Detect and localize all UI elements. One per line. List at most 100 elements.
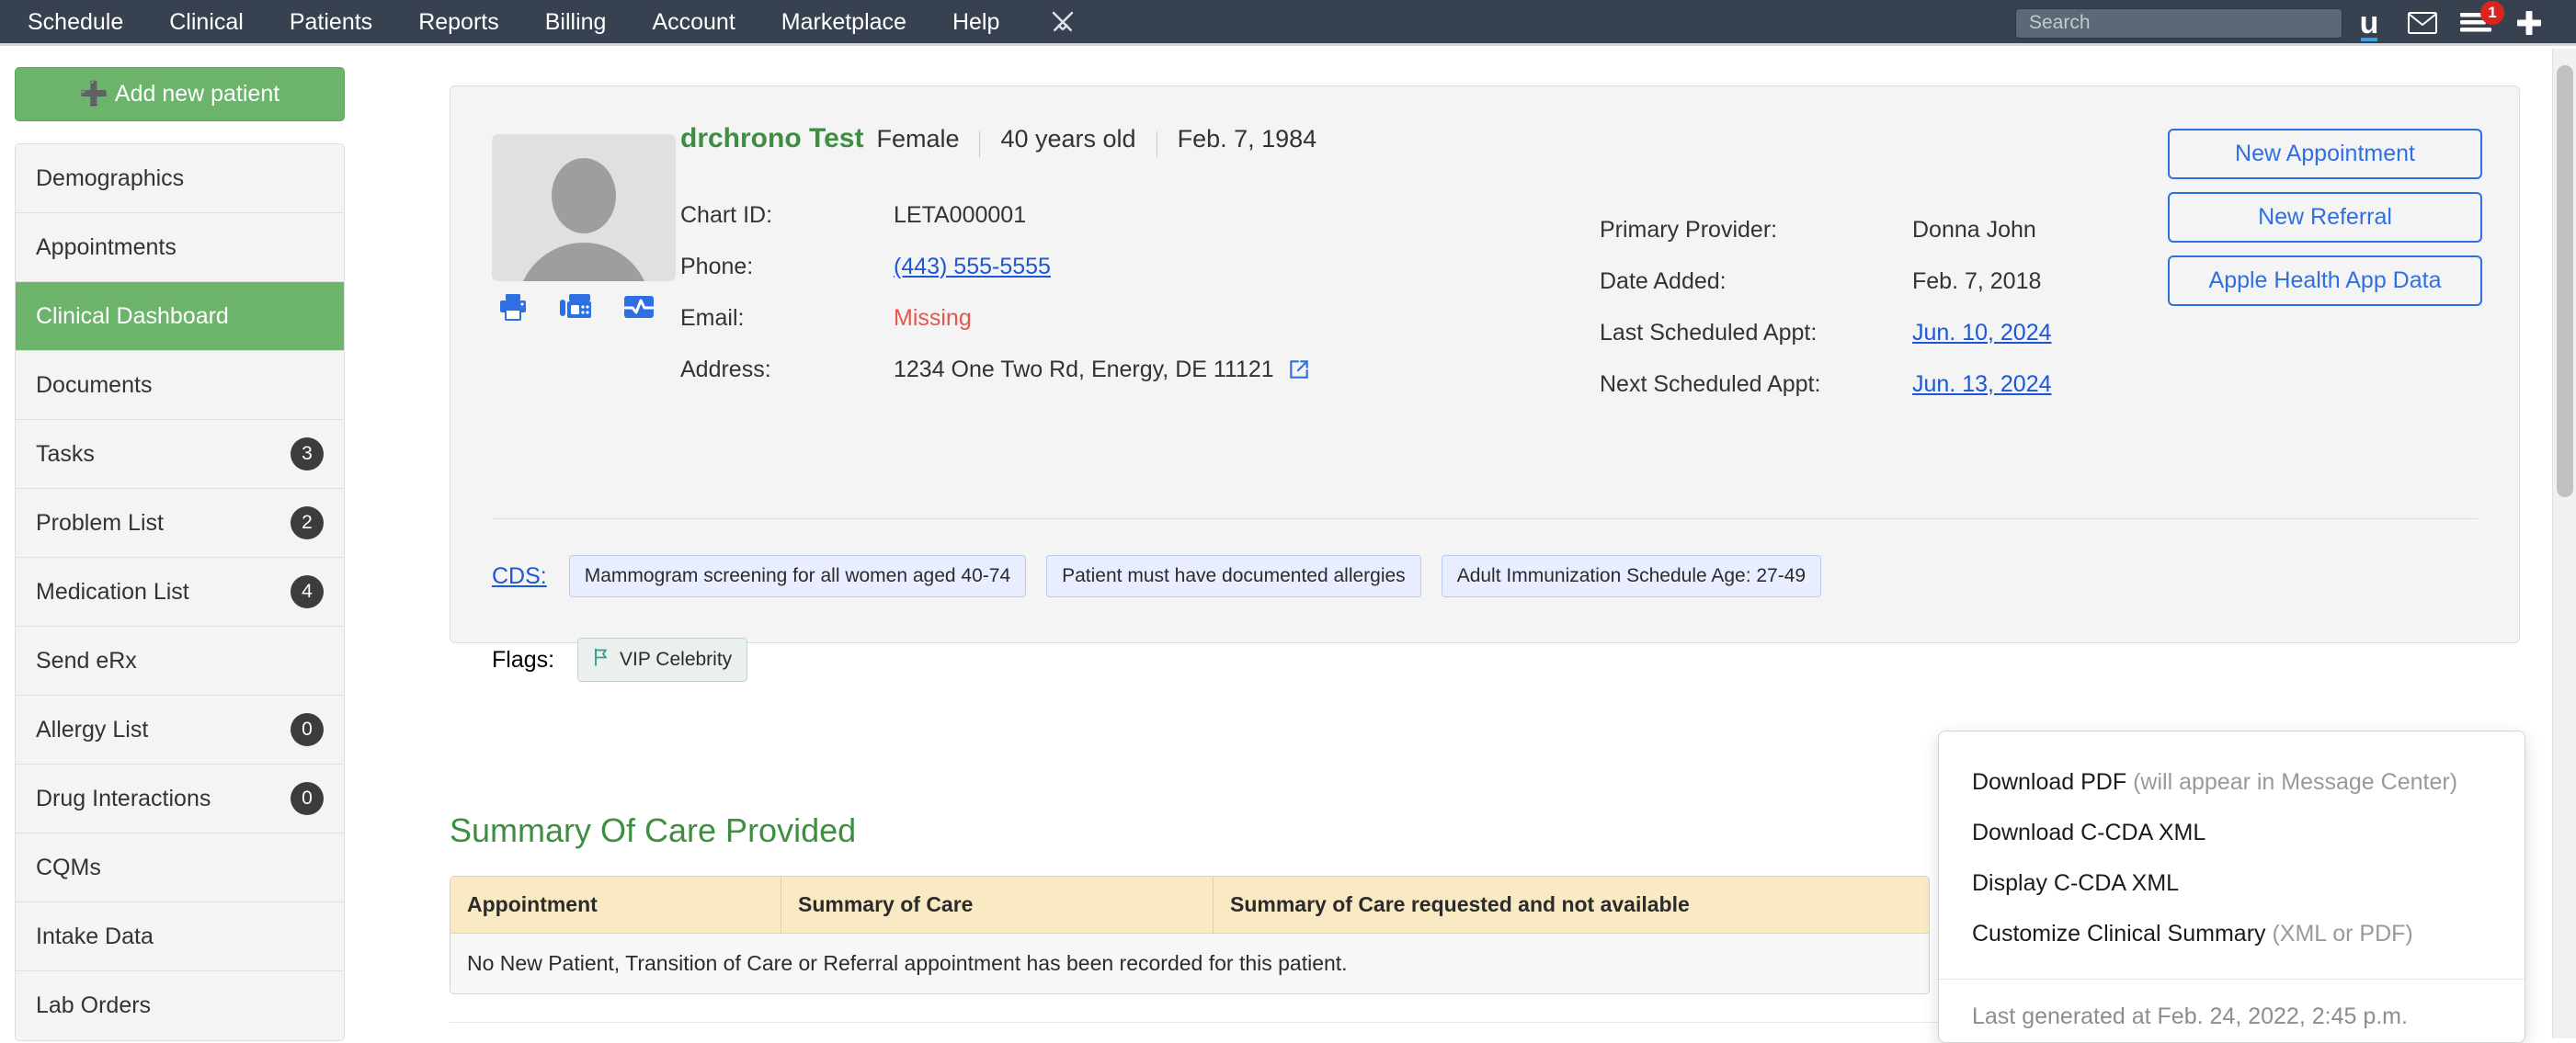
sidebar-item-drug-interactions[interactable]: Drug Interactions 0	[16, 765, 344, 833]
page-scrollbar-track[interactable]	[2552, 49, 2576, 1038]
sidebar-item-badge: 3	[291, 437, 324, 470]
sidebar-item-clinical-dashboard[interactable]: Clinical Dashboard	[16, 282, 344, 351]
nav-link-patients[interactable]: Patients	[267, 0, 395, 45]
field-label: Date Added:	[1600, 267, 1727, 294]
sidebar-item-cqms[interactable]: CQMs	[16, 833, 344, 902]
sidebar-item-lab-orders[interactable]: Lab Orders	[16, 971, 344, 1040]
sidebar-item-label: Allergy List	[36, 716, 149, 743]
menu-item-label: Customize Clinical Summary	[1972, 921, 2266, 947]
new-appointment-button[interactable]: New Appointment	[2168, 129, 2482, 179]
sidebar-nav-list: Demographics Appointments Clinical Dashb…	[15, 143, 345, 1041]
patient-name[interactable]: drchrono Test	[680, 123, 863, 154]
column-header-summary-of-care: Summary of Care	[781, 877, 1214, 934]
flag-icon	[593, 648, 610, 672]
sidebar-item-label: CQMs	[36, 854, 101, 880]
cds-chip-mammogram[interactable]: Mammogram screening for all women aged 4…	[568, 555, 1027, 597]
sidebar-item-label: Tasks	[36, 440, 95, 467]
next-appt-link[interactable]: Jun. 13, 2024	[1912, 371, 2052, 398]
nav-link-help[interactable]: Help	[929, 0, 1022, 45]
nav-link-reports[interactable]: Reports	[395, 0, 522, 45]
patient-info-card: drchrono Test Female 40 years old Feb. 7…	[450, 85, 2520, 682]
nav-link-marketplace[interactable]: Marketplace	[758, 0, 929, 45]
last-generated-text: Last generated at Feb. 24, 2022, 2:45 p.…	[1972, 1003, 2408, 1029]
nav-link-clinical[interactable]: Clinical	[146, 0, 267, 45]
menu-item-download-pdf[interactable]: Download PDF (will appear in Message Cen…	[1939, 757, 2525, 808]
sidebar-item-badge: 4	[291, 575, 324, 608]
top-navigation-bar: Schedule Clinical Patients Reports Billi…	[0, 0, 2576, 46]
field-label: Next Scheduled Appt:	[1600, 370, 1821, 397]
cds-chip-immunization[interactable]: Adult Immunization Schedule Age: 27-49	[1441, 555, 1822, 597]
field-value: LETA000001	[894, 201, 1027, 228]
field-next-scheduled-appt: Next Scheduled Appt: Jun. 13, 2024	[1600, 358, 2052, 410]
sidebar-item-label: Drug Interactions	[36, 785, 211, 811]
sidebar-item-send-erx[interactable]: Send eRx	[16, 627, 344, 696]
menu-item-label: Download C-CDA XML	[1972, 820, 2206, 845]
patient-age: 40 years old	[1000, 125, 1136, 153]
sidebar-item-documents[interactable]: Documents	[16, 351, 344, 420]
hamburger-menu-icon[interactable]: 1	[2449, 0, 2504, 46]
flags-row: Flags: VIP Celebrity	[492, 638, 748, 682]
sidebar-item-label: Lab Orders	[36, 992, 152, 1018]
menu-item-hint: (XML or PDF)	[2265, 921, 2413, 947]
table-header-row: Appointment Summary of Care Summary of C…	[450, 877, 1929, 934]
sidebar-item-appointments[interactable]: Appointments	[16, 213, 344, 282]
sidebar-item-label: Send eRx	[36, 647, 137, 674]
sidebar-item-label: Medication List	[36, 578, 189, 605]
menu-item-customize-clinical-summary[interactable]: Customize Clinical Summary (XML or PDF)	[1939, 909, 2525, 959]
patient-right-fields: Primary Provider: Donna John Date Added:…	[1600, 204, 2052, 410]
field-label: Chart ID:	[680, 201, 773, 228]
table-row: No New Patient, Transition of Care or Re…	[450, 934, 1929, 993]
menu-item-download-ccda-xml[interactable]: Download C-CDA XML	[1939, 808, 2525, 858]
print-icon[interactable]	[498, 293, 528, 325]
fax-icon[interactable]	[560, 293, 591, 325]
external-link-icon[interactable]	[1287, 357, 1311, 381]
sidebar-item-demographics[interactable]: Demographics	[16, 144, 344, 213]
flag-label: VIP Celebrity	[620, 649, 733, 670]
sidebar-item-intake-data[interactable]: Intake Data	[16, 902, 344, 971]
nav-link-billing[interactable]: Billing	[522, 0, 630, 45]
menu-item-label: Display C-CDA XML	[1972, 870, 2180, 896]
field-date-added: Date Added: Feb. 7, 2018	[1600, 255, 2052, 307]
sidebar-item-medication-list[interactable]: Medication List 4	[16, 558, 344, 627]
plus-icon[interactable]	[2502, 0, 2556, 46]
field-primary-provider: Primary Provider: Donna John	[1600, 204, 2052, 255]
patient-title-row: drchrono Test Female 40 years old Feb. 7…	[680, 123, 1316, 165]
new-referral-button[interactable]: New Referral	[2168, 192, 2482, 243]
field-label: Primary Provider:	[1600, 216, 1778, 243]
field-value: Feb. 7, 2018	[1912, 267, 2042, 294]
add-new-patient-button[interactable]: ➕ Add new patient	[15, 67, 345, 121]
clinical-summary-dropdown-menu: Download PDF (will appear in Message Cen…	[1938, 731, 2525, 1043]
menu-item-hint: (will appear in Message Center)	[2126, 769, 2458, 795]
field-phone: Phone: (443) 555-5555	[680, 241, 1316, 292]
notification-badge: 1	[2480, 1, 2504, 25]
nav-right-group: u 1	[2015, 0, 2556, 46]
updox-logo-icon[interactable]: u	[2342, 0, 2396, 46]
crossed-swords-icon[interactable]	[1043, 2, 1083, 42]
vitals-chart-icon[interactable]	[623, 293, 655, 325]
patient-card-actions: New Appointment New Referral Apple Healt…	[2168, 129, 2482, 306]
last-appt-link[interactable]: Jun. 10, 2024	[1912, 320, 2052, 346]
cds-chip-allergies[interactable]: Patient must have documented allergies	[1046, 555, 1421, 597]
page-scrollbar-thumb[interactable]	[2557, 65, 2573, 497]
field-label: Phone:	[680, 253, 754, 279]
apple-health-app-data-button[interactable]: Apple Health App Data	[2168, 255, 2482, 306]
field-label: Email:	[680, 304, 745, 331]
field-address: Address: 1234 One Two Rd, Energy, DE 111…	[680, 344, 1316, 395]
search-input[interactable]	[2015, 7, 2342, 39]
nav-link-schedule[interactable]: Schedule	[0, 0, 146, 45]
sidebar-item-badge: 2	[291, 506, 324, 539]
envelope-icon[interactable]	[2396, 0, 2449, 46]
menu-item-display-ccda-xml[interactable]: Display C-CDA XML	[1939, 858, 2525, 909]
column-header-requested-not-available: Summary of Care requested and not availa…	[1214, 877, 1929, 934]
sidebar-item-allergy-list[interactable]: Allergy List 0	[16, 696, 344, 765]
nav-link-account[interactable]: Account	[629, 0, 758, 45]
person-placeholder-icon	[552, 158, 616, 233]
flag-chip-vip-celebrity[interactable]: VIP Celebrity	[577, 638, 748, 682]
sidebar-item-problem-list[interactable]: Problem List 2	[16, 489, 344, 558]
patient-avatar[interactable]	[492, 134, 676, 281]
cds-label-link[interactable]: CDS:	[492, 563, 547, 590]
sidebar-item-tasks[interactable]: Tasks 3	[16, 420, 344, 489]
phone-link[interactable]: (443) 555-5555	[894, 254, 1051, 280]
sidebar-item-label: Appointments	[36, 233, 177, 260]
column-header-appointment: Appointment	[450, 877, 781, 934]
